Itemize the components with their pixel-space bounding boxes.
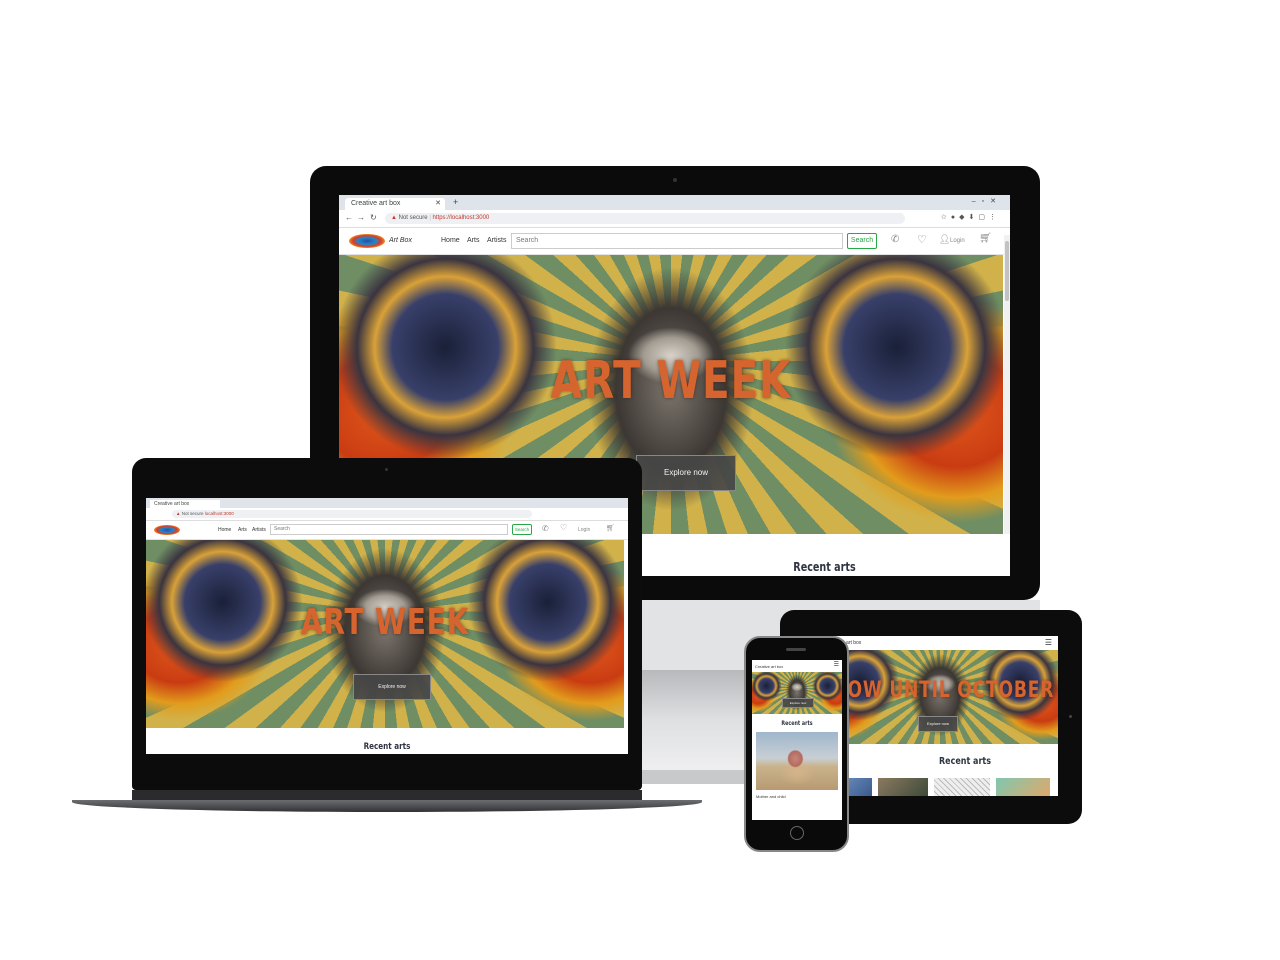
search-input[interactable]: Search [511, 233, 843, 249]
phone-screen: Creative art box ☰ Explore now Recent ar… [752, 660, 842, 820]
warning-icon: ▲ [391, 215, 397, 221]
close-tab-icon[interactable]: ✕ [435, 198, 441, 210]
brand-logo[interactable] [349, 234, 385, 248]
artwork-image[interactable] [756, 732, 838, 790]
back-icon[interactable]: ← [345, 213, 353, 222]
explore-button[interactable]: Explore now [782, 698, 814, 708]
browser-tab[interactable]: Creative art box [150, 500, 220, 508]
site-navbar: Art Box Home Arts Artists Search Search … [339, 228, 1010, 255]
heart-icon[interactable]: ♡ [917, 233, 927, 246]
forward-icon[interactable]: → [357, 213, 365, 222]
recent-heading: Recent arts [939, 756, 991, 767]
cart-icon[interactable]: 🛒︎ [979, 233, 992, 244]
brand-logo[interactable] [154, 525, 180, 535]
explore-button[interactable]: Explore now [918, 716, 958, 732]
nav-home[interactable]: Home [218, 527, 231, 533]
art-thumbnail[interactable] [878, 778, 928, 796]
art-thumbnail[interactable] [934, 778, 990, 796]
art-thumbnail[interactable] [996, 778, 1050, 796]
search-input[interactable]: Search [270, 524, 508, 535]
page-body: Recent arts [822, 744, 1058, 796]
security-label: Not secure [398, 215, 428, 221]
login-label[interactable]: Login [950, 238, 965, 244]
user-icon[interactable]: 👤︎ [939, 234, 950, 245]
hero-banner: Explore now [752, 672, 842, 714]
recent-heading: Recent arts [363, 742, 411, 752]
recent-heading: Recent arts [793, 560, 856, 574]
new-tab-icon[interactable]: + [453, 197, 458, 207]
search-button[interactable]: Search [847, 233, 877, 249]
nav-arts[interactable]: Arts [238, 527, 247, 533]
hero-title: NOW UNTIL OCTOBER 3 [832, 678, 1058, 703]
url-text: localhost:3000 [204, 511, 234, 516]
scrollbar[interactable] [1004, 235, 1010, 569]
scrollbar-thumb[interactable] [1005, 241, 1009, 301]
hero-title: ART WEEK [300, 602, 470, 643]
hero-title: ART WEEK [550, 351, 792, 411]
recent-heading: Recent arts [781, 720, 813, 727]
browser-tab[interactable]: Creative art box ✕ [345, 198, 445, 210]
browser-tab-bar: Creative art box ✕ + –▫✕ [339, 195, 1010, 210]
laptop-camera [385, 468, 388, 471]
hero-banner: ART WEEK Explore now [146, 540, 624, 728]
brand-text[interactable]: Creative art box [755, 664, 783, 669]
address-bar: ← → ↻ ▲ Not secure | https://localhost:3… [339, 210, 1010, 228]
url-field[interactable]: ▲ Not secure localhost:3000 [172, 510, 532, 518]
art-caption: Mother and child [756, 794, 786, 799]
page-body: Recent arts Mother and child [752, 714, 842, 820]
site-navbar: Creative art box ☰ [822, 636, 1058, 651]
security-label: Not secure [181, 511, 204, 516]
nav-artists[interactable]: Artists [487, 237, 506, 244]
explore-button[interactable]: Explore now [353, 674, 431, 700]
tablet-camera [1069, 715, 1072, 718]
site-navbar: Home Arts Artists Search Search ✆ ♡ Logi… [146, 521, 628, 540]
explore-button[interactable]: Explore now [636, 455, 736, 491]
nav-arts[interactable]: Arts [467, 237, 479, 244]
search-button[interactable]: Search [512, 524, 532, 535]
warning-icon: ▲ [176, 511, 181, 516]
browser-tab-bar: Creative art box [146, 498, 628, 508]
window-controls[interactable]: –▫✕ [972, 197, 1002, 205]
address-bar: ▲ Not secure localhost:3000 [146, 508, 628, 521]
laptop-screen: Creative art box ▲ Not secure localhost:… [146, 498, 628, 754]
tablet-screen: Creative art box ☰ NOW UNTIL OCTOBER 3 E… [822, 636, 1058, 796]
url-text: https://localhost:3000 [432, 215, 490, 221]
cart-icon[interactable]: 🛒︎ [606, 524, 615, 532]
laptop-base [72, 800, 702, 812]
phone-icon[interactable]: ✆ [542, 524, 549, 533]
tab-title: Creative art box [351, 200, 401, 207]
nav-home[interactable]: Home [441, 237, 460, 244]
menu-icon[interactable]: ☰ [1045, 638, 1052, 647]
heart-icon[interactable]: ♡ [560, 523, 567, 532]
nav-artists[interactable]: Artists [252, 527, 266, 533]
tab-title: Creative art box [154, 501, 190, 507]
extension-icons[interactable]: ☆●◆⬇▢⋮ [941, 213, 1000, 221]
reload-icon[interactable]: ↻ [370, 213, 377, 222]
phone-icon[interactable]: ✆ [891, 234, 899, 245]
speaker-grille [786, 648, 806, 651]
brand-text: Art Box [389, 237, 412, 244]
camera-dot [673, 178, 677, 182]
hero-banner: NOW UNTIL OCTOBER 3 Explore now [822, 650, 1058, 744]
menu-icon[interactable]: ☰ [834, 661, 839, 668]
page-body: Recent arts [146, 728, 628, 754]
login-label[interactable]: Login [578, 527, 590, 533]
home-button[interactable] [790, 826, 804, 840]
url-field[interactable]: ▲ Not secure | https://localhost:3000 [385, 213, 905, 224]
